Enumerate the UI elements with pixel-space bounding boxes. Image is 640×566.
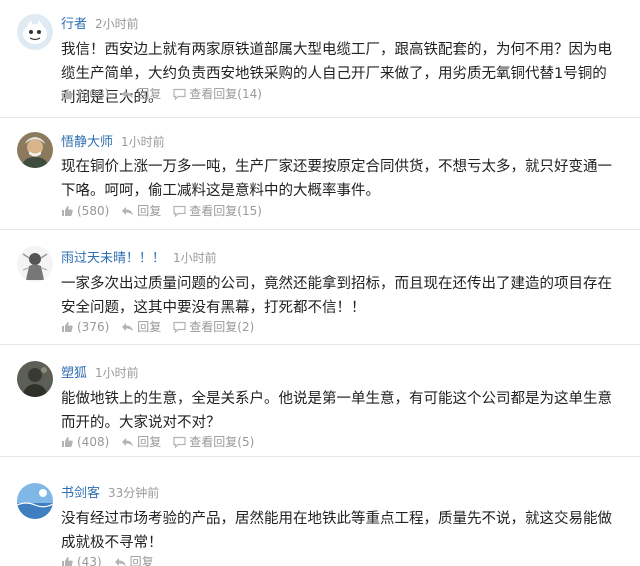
comment-item: 悟静大师 1小时前 现在铜价上涨一万多一吨，生产厂家还要按原定合同供货，不想亏太多… [0,118,640,230]
avatar[interactable] [17,361,53,397]
like-button[interactable]: (580) [61,203,109,219]
view-replies-label: 查看回复(5) [189,435,255,449]
avatar[interactable] [17,483,53,519]
comment-actions: (408) 回复 查看回复(5) [61,434,266,450]
view-replies-button[interactable]: 查看回复(2) [173,319,254,335]
avatar[interactable] [17,246,53,282]
comment-item: 书剑客 33分钟前 没有经过市场考验的产品，居然能用在地铁此等重点工程，质量先不说… [0,457,640,566]
comment-bubble-icon [173,436,186,448]
username[interactable]: 行者 [61,17,87,32]
comment-bubble-icon [173,321,186,333]
reply-arrow-icon [122,90,134,99]
comment-text: 现在铜价上涨一万多一吨，生产厂家还要按原定合同供货，不想亏太多，就只好变通一下咯… [61,159,612,199]
comment-meta: 书剑客 33分钟前 [61,485,159,502]
comment-meta: 悟静大师 1小时前 [61,134,165,151]
comment-bubble-icon [173,88,186,100]
view-replies-label: 查看回复(15) [189,204,262,218]
comment-text: 一家多次出过质量问题的公司，竟然还能拿到招标，而且现在还传出了建造的项目存在安全… [61,276,612,316]
reply-arrow-icon [122,438,134,447]
comment-actions: (376) 回复 查看回复(2) [61,319,266,335]
comment-meta: 塑狐 1小时前 [61,365,139,382]
timestamp: 1小时前 [121,135,165,149]
reply-arrow-icon [122,323,134,332]
like-button[interactable]: (43) [61,554,102,566]
username[interactable]: 书剑客 [61,486,100,501]
timestamp: 1小时前 [95,366,139,380]
comment-bubble-icon [173,205,186,217]
comment-item: 塑狐 1小时前 能做地铁上的生意，全是关系户。他说是第一单生意，有可能这个公司都是… [0,345,640,457]
like-count: (580) [77,204,110,218]
reply-button[interactable]: 回复 [121,319,161,335]
reply-button[interactable]: 回复 [121,434,161,450]
like-button[interactable]: (408) [61,434,109,450]
comment-meta: 雨过天未晴！！！ 1小时前 [61,250,217,267]
reply-button[interactable]: 回复 [121,86,161,102]
timestamp: 33分钟前 [108,486,160,500]
username[interactable]: 塑狐 [61,366,87,381]
view-replies-label: 查看回复(2) [189,320,255,334]
like-count: (908) [77,87,110,101]
thumbs-up-icon [62,437,73,447]
comment-text: 能做地铁上的生意，全是关系户。他说是第一单生意，有可能这个公司都是为这单生意而开… [61,391,612,431]
comment-actions: (908) 回复 查看回复(14) [61,86,274,102]
view-replies-button[interactable]: 查看回复(15) [173,203,262,219]
thumbs-up-icon [62,557,73,566]
comment-text: 没有经过市场考验的产品，居然能用在地铁此等重点工程，质量先不说，就这交易能做成就… [61,511,612,551]
reply-label: 回复 [129,555,154,566]
thumbs-up-icon [62,89,73,99]
timestamp: 2小时前 [95,17,139,31]
reply-arrow-icon [114,558,126,566]
comment-item: 雨过天未晴！！！ 1小时前 一家多次出过质量问题的公司，竟然还能拿到招标，而且现在… [0,230,640,345]
reply-button[interactable]: 回复 [121,203,161,219]
comment-list: 行者 2小时前 我信！西安边上就有两家原铁道部属大型电缆工厂，跟高铁配套的，为何不… [0,0,640,566]
like-count: (408) [77,435,110,449]
thumbs-up-icon [62,322,73,332]
reply-label: 回复 [137,320,162,334]
view-replies-label: 查看回复(14) [189,87,262,101]
timestamp: 1小时前 [173,251,217,265]
like-button[interactable]: (376) [61,319,109,335]
view-replies-button[interactable]: 查看回复(5) [173,434,254,450]
like-count: (43) [77,555,102,566]
reply-label: 回复 [137,87,162,101]
comment-item: 行者 2小时前 我信！西安边上就有两家原铁道部属大型电缆工厂，跟高铁配套的，为何不… [0,0,640,118]
comment-actions: (580) 回复 查看回复(15) [61,203,274,219]
view-replies-button[interactable]: 查看回复(14) [173,86,262,102]
like-button[interactable]: (908) [61,86,109,102]
avatar[interactable] [17,132,53,168]
avatar[interactable] [17,14,53,50]
thumbs-up-icon [62,206,73,216]
like-count: (376) [77,320,110,334]
reply-label: 回复 [137,435,162,449]
username[interactable]: 雨过天未晴！！！ [61,251,165,266]
comment-actions: (43) 回复 [61,554,166,566]
reply-arrow-icon [122,207,134,216]
reply-button[interactable]: 回复 [114,554,154,566]
comment-meta: 行者 2小时前 [61,16,139,33]
username[interactable]: 悟静大师 [61,135,113,150]
reply-label: 回复 [137,204,162,218]
